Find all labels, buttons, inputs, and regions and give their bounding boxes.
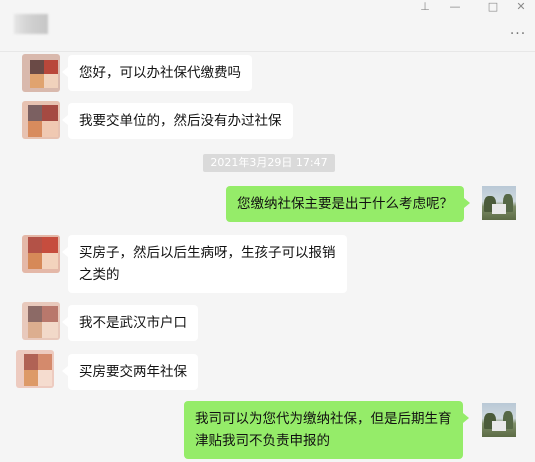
close-icon[interactable]: ✕ [510,0,532,14]
maximize-icon[interactable]: □ [482,0,504,14]
message-bubble-incoming[interactable]: 买房子，然后以后生病呀，生孩子可以报销 之类的 [62,235,347,293]
message-bubble-incoming[interactable]: 您好，可以办社保代缴费吗 [62,55,252,91]
message-bubble-outgoing[interactable]: 您缴纳社保主要是出于什么考虑呢？ [226,186,470,222]
avatar[interactable] [22,54,60,92]
timestamp: 2021年3月29日 17:47 [203,154,335,172]
message-bubble-incoming[interactable]: 我不是武汉市户口 [62,305,198,341]
avatar[interactable] [482,186,516,220]
message-bubble-outgoing[interactable]: 我司可以为您代为缴纳社保，但是后期生育 津贴我司不负责申报的 [184,401,468,459]
pin-icon[interactable]: ⊥ [414,0,436,14]
contact-name-blurred[interactable] [14,14,48,34]
avatar[interactable] [22,101,60,139]
avatar[interactable] [16,350,54,388]
avatar[interactable] [482,403,516,437]
more-icon[interactable]: ··· [507,27,529,44]
message-bubble-incoming[interactable]: 我要交单位的，然后没有办过社保 [62,103,293,139]
minimize-icon[interactable]: — [444,0,466,14]
chat-header: ⊥ — □ ✕ ··· [0,0,535,52]
avatar[interactable] [22,302,60,340]
message-bubble-incoming[interactable]: 买房要交两年社保 [62,354,198,390]
avatar[interactable] [22,235,60,273]
